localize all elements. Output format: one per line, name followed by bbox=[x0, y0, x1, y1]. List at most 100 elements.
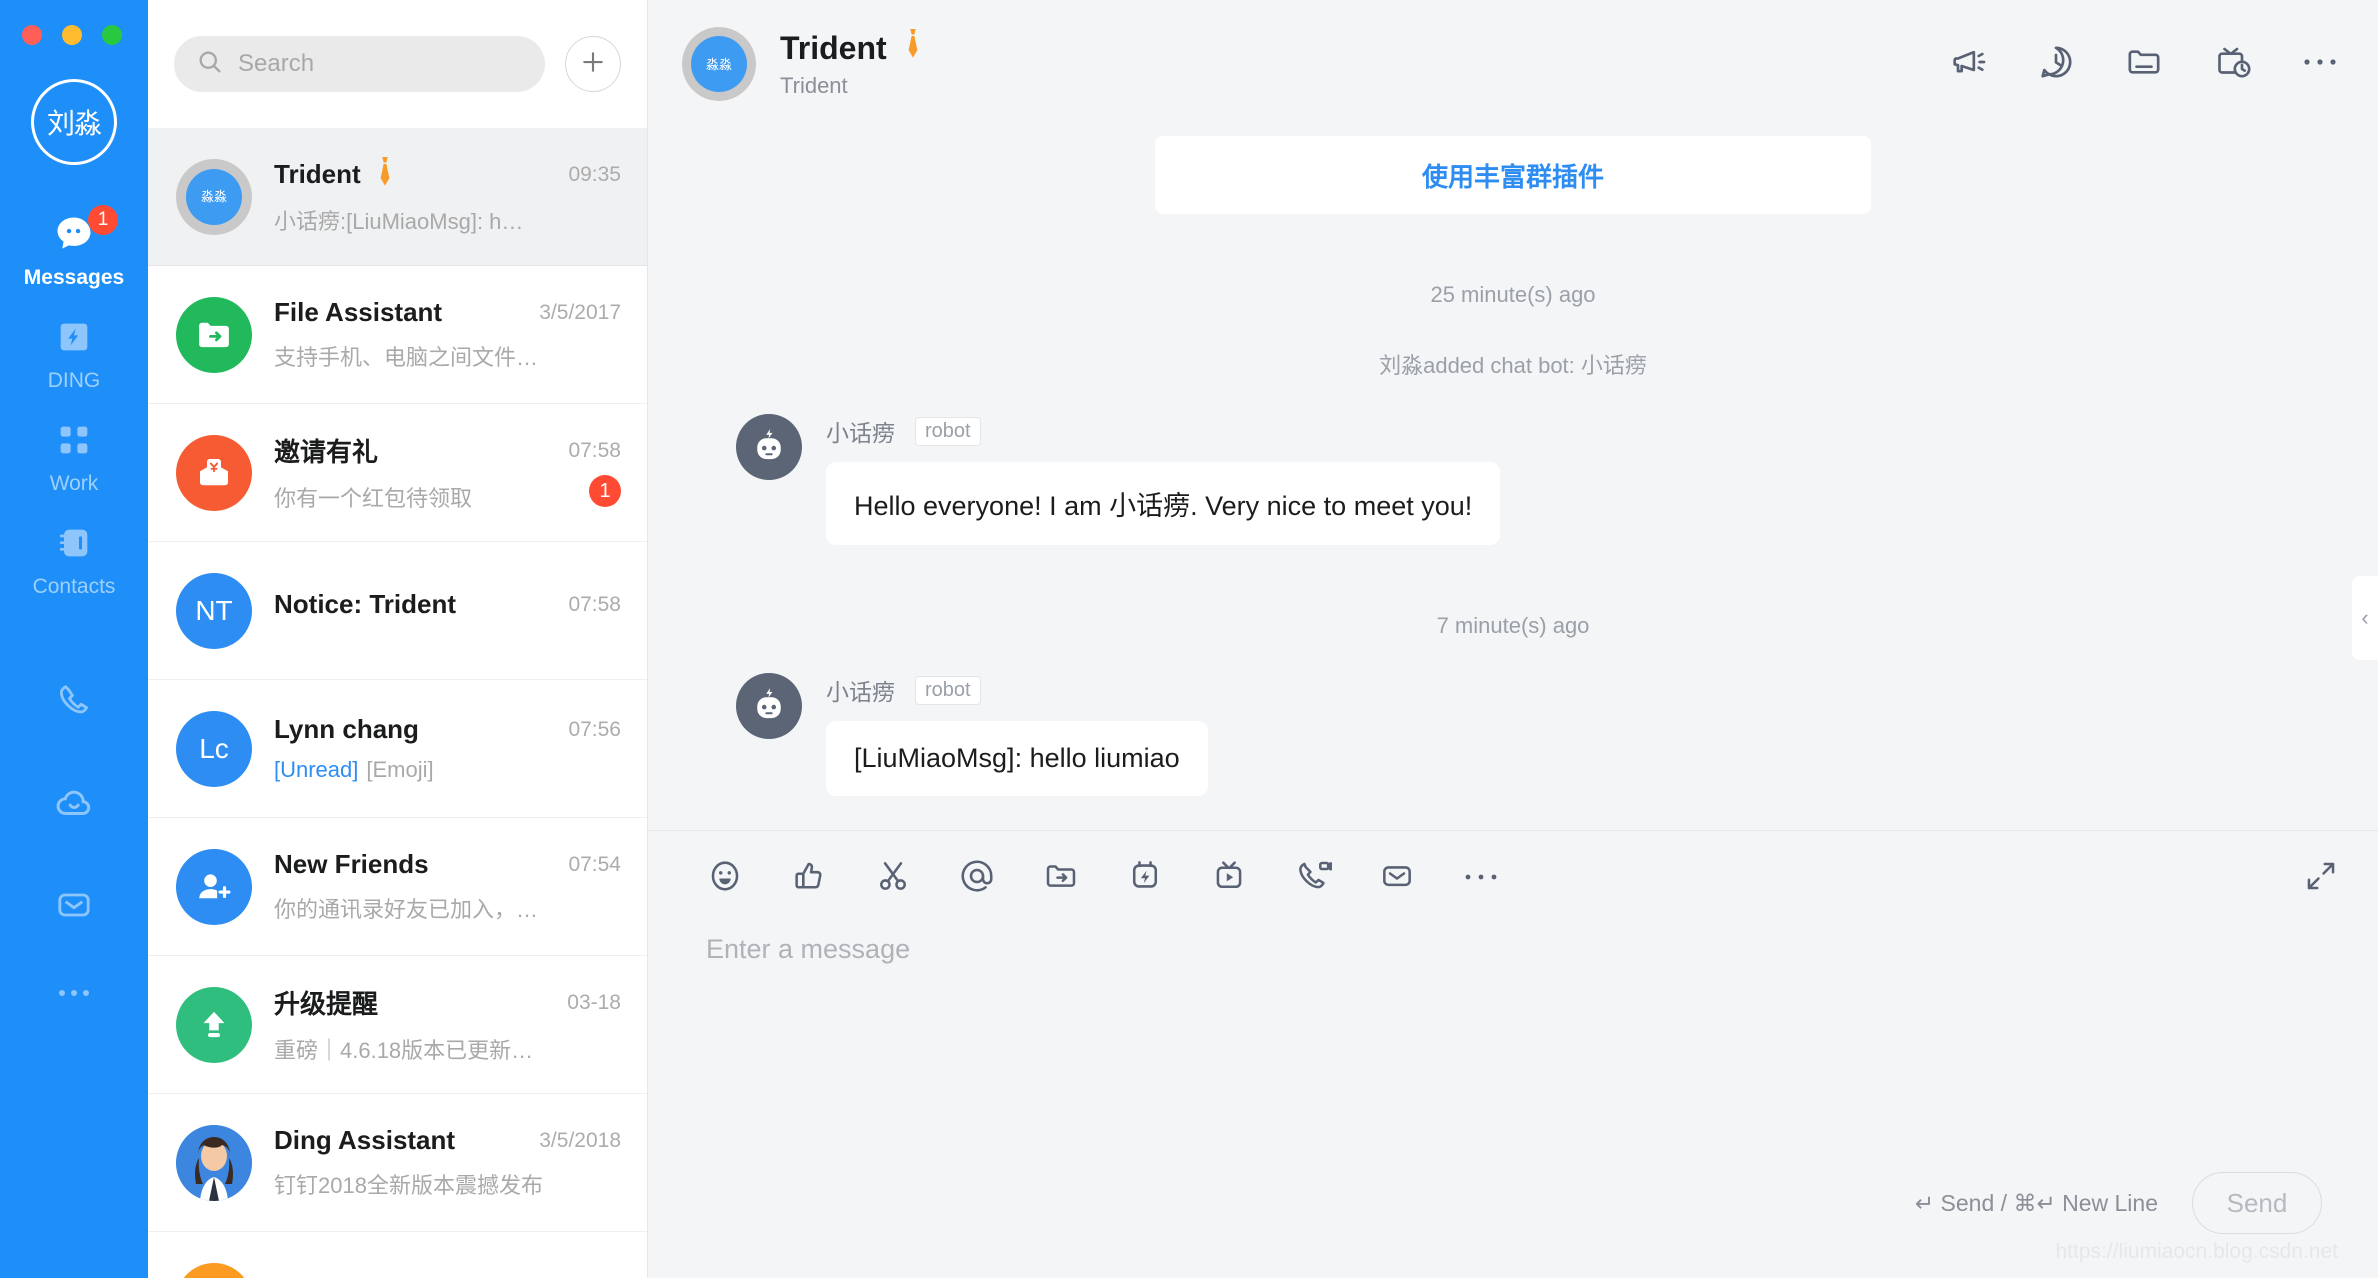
list-item-time: 07:58 bbox=[568, 438, 621, 462]
list-item[interactable]: 淼淼 Trident 09:35 小话痨:[LiuMiaoMsg]: h… bbox=[148, 128, 647, 266]
list-item[interactable]: NT Notice: Trident 07:58 bbox=[148, 542, 647, 680]
tie-icon bbox=[903, 29, 923, 67]
scissors-icon[interactable] bbox=[874, 857, 912, 900]
chevron-left-icon: ‹ bbox=[2361, 605, 2369, 630]
robot-badge: robot bbox=[915, 675, 981, 705]
sidebar-item-label-contacts: Contacts bbox=[32, 575, 116, 598]
rail-bottom-nav bbox=[0, 653, 148, 1033]
sidebar-item-contacts[interactable]: Contacts bbox=[0, 506, 148, 609]
phone-icon bbox=[54, 685, 94, 725]
list-item-name: Ding Assistant bbox=[274, 1125, 456, 1155]
list-item[interactable]: Ding Fitness 12/8/2017 bbox=[148, 1232, 647, 1278]
bot-avatar[interactable] bbox=[736, 673, 802, 739]
close-button[interactable] bbox=[22, 25, 42, 45]
watermark: https://liumiaocn.blog.csdn.net bbox=[2055, 1240, 2339, 1263]
list-item-preview: 钉钉2018全新版本震撼发布 bbox=[274, 1173, 543, 1198]
list-item-time: 03-18 bbox=[567, 990, 621, 1014]
call-icon[interactable] bbox=[1294, 857, 1332, 900]
emoji-icon[interactable] bbox=[706, 857, 744, 900]
send-button[interactable]: Send bbox=[2192, 1172, 2322, 1234]
sidebar-item-messages[interactable]: 1 Messages bbox=[0, 197, 148, 300]
expand-icon[interactable] bbox=[2302, 857, 2340, 900]
phone-button[interactable] bbox=[54, 653, 94, 754]
avatar bbox=[176, 296, 252, 373]
list-item-name: 升级提醒 bbox=[274, 989, 379, 1019]
more-icon[interactable] bbox=[2300, 55, 2340, 73]
left-rail: 刘淼 1 Messages DING Work Contacts bbox=[0, 0, 148, 1278]
search-input[interactable]: Search bbox=[174, 36, 545, 92]
sidebar-item-ding[interactable]: DING bbox=[0, 300, 148, 403]
group-plugin-link[interactable]: 使用丰富群插件 bbox=[1422, 157, 1604, 194]
conversation-panel: 淼淼 Trident Trident 使用丰富群插件 25 minute(s) … bbox=[648, 0, 2378, 1278]
unread-label: [Unread] bbox=[274, 757, 359, 782]
avatar bbox=[176, 1124, 252, 1201]
folder-icon[interactable] bbox=[2124, 42, 2164, 87]
sidebar-item-label-ding: DING bbox=[47, 369, 101, 392]
message-composer: Enter a message ↵ Send / ⌘↵ New Line Sen… bbox=[648, 830, 2378, 1278]
list-item-preview: 小话痨:[LiuMiaoMsg]: h… bbox=[274, 209, 524, 234]
list-item[interactable]: 升级提醒 03-18 重磅｜4.6.18版本已更新… bbox=[148, 956, 647, 1094]
maximize-button[interactable] bbox=[102, 25, 122, 45]
reminder-icon[interactable] bbox=[2212, 42, 2252, 87]
list-item-name: Notice: Trident bbox=[274, 589, 457, 619]
contacts-icon bbox=[51, 520, 97, 566]
list-item[interactable]: Ding Assistant 3/5/2018 钉钉2018全新版本震撼发布 bbox=[148, 1094, 647, 1232]
unread-count-badge: 1 bbox=[589, 475, 621, 507]
chat-history-icon[interactable] bbox=[2036, 42, 2076, 87]
mail-icon bbox=[54, 893, 94, 929]
megaphone-icon[interactable] bbox=[1948, 42, 1988, 87]
conversation-avatar[interactable]: 淼淼 bbox=[682, 27, 756, 101]
list-item[interactable]: New Friends 07:54 你的通讯录好友已加入，… bbox=[148, 818, 647, 956]
more-icon[interactable] bbox=[1462, 870, 1500, 888]
sidebar-item-label-messages: Messages bbox=[23, 266, 125, 289]
list-item-name: New Friends bbox=[274, 849, 429, 879]
conversation-subtitle: Trident bbox=[780, 73, 848, 98]
cloud-button[interactable] bbox=[53, 754, 95, 857]
message-input[interactable]: Enter a message bbox=[648, 900, 2378, 965]
list-item-time: 07:54 bbox=[568, 852, 621, 876]
sidebar-item-work[interactable]: Work bbox=[0, 403, 148, 506]
add-chat-button[interactable] bbox=[565, 36, 621, 92]
window-controls bbox=[22, 0, 122, 45]
at-icon[interactable] bbox=[958, 857, 996, 900]
list-item[interactable]: Lc Lynn chang 07:56 [Unread] [Emoji] bbox=[148, 680, 647, 818]
video-icon[interactable] bbox=[1210, 857, 1248, 900]
robot-badge: robot bbox=[915, 416, 981, 446]
chat-list-header: Search bbox=[148, 0, 647, 128]
search-icon bbox=[196, 48, 224, 81]
avatar bbox=[176, 848, 252, 925]
message-item: 小话痨 robot [LiuMiaoMsg]: hello liumiao bbox=[688, 673, 2338, 796]
composer-toolbar bbox=[648, 831, 2378, 900]
system-notice: 刘淼added chat bot: 小话痨 bbox=[1379, 353, 1647, 378]
list-item[interactable]: 邀请有礼 07:58 你有一个红包待领取 1 bbox=[148, 404, 647, 542]
work-icon bbox=[51, 417, 97, 463]
list-item-preview-wrap: [Unread] [Emoji] bbox=[274, 757, 621, 783]
list-item-time: 3/5/2017 bbox=[539, 300, 621, 324]
cloud-icon bbox=[53, 790, 95, 828]
list-item-name: File Assistant bbox=[274, 297, 443, 327]
message-thread: 使用丰富群插件 25 minute(s) ago 刘淼added chat bo… bbox=[648, 128, 2378, 830]
chat-rows: 淼淼 Trident 09:35 小话痨:[LiuMiaoMsg]: h… Fi… bbox=[148, 128, 647, 1278]
mail-icon[interactable] bbox=[1378, 857, 1416, 900]
avatar bbox=[176, 1262, 252, 1278]
chat-list-panel: Search 淼淼 Trident 09:35 小话痨:[LiuMiaoMsg]… bbox=[148, 0, 648, 1278]
list-item[interactable]: File Assistant 3/5/2017 支持手机、电脑之间文件… bbox=[148, 266, 647, 404]
rail-more-button[interactable] bbox=[54, 958, 94, 1033]
dingtalk-window: 刘淼 1 Messages DING Work Contacts Search … bbox=[0, 0, 2378, 1278]
message-bubble: Hello everyone! I am 小话痨. Very nice to m… bbox=[826, 462, 1501, 545]
file-icon[interactable] bbox=[1042, 857, 1080, 900]
group-plugin-banner[interactable]: 使用丰富群插件 bbox=[1155, 136, 1871, 214]
avatar-text: Lc bbox=[199, 732, 229, 764]
ding-icon[interactable] bbox=[1126, 857, 1164, 900]
sidebar-item-label-work: Work bbox=[49, 472, 99, 495]
plus-icon bbox=[578, 47, 608, 82]
thumbs-up-icon[interactable] bbox=[790, 857, 828, 900]
conversation-avatar-text: 淼淼 bbox=[705, 56, 732, 72]
side-panel-toggle[interactable]: ‹ bbox=[2352, 576, 2378, 660]
list-item-preview: 支持手机、电脑之间文件… bbox=[274, 345, 539, 370]
user-avatar[interactable]: 刘淼 bbox=[31, 79, 117, 165]
mail-button[interactable] bbox=[54, 857, 94, 958]
minimize-button[interactable] bbox=[62, 25, 82, 45]
bot-avatar[interactable] bbox=[736, 414, 802, 480]
list-item-preview: 你的通讯录好友已加入，… bbox=[274, 897, 539, 922]
